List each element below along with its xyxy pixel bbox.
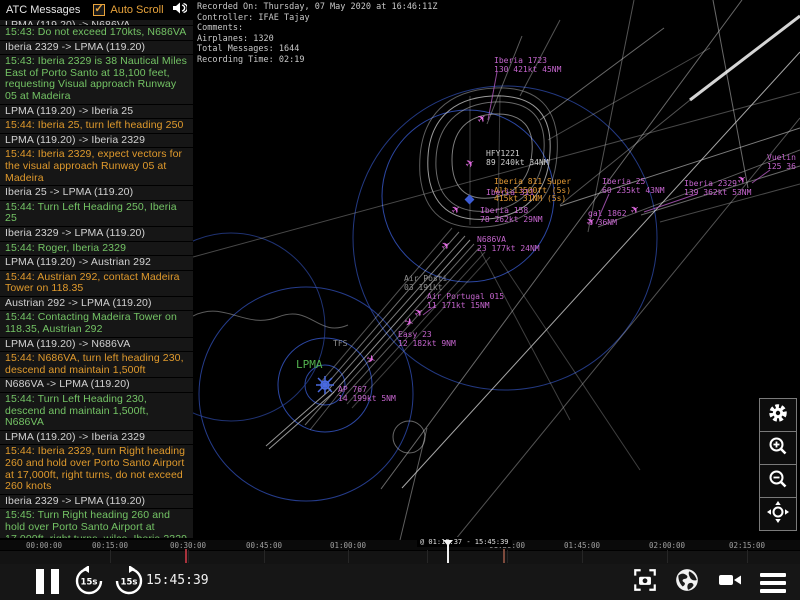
timeline-separator [747,550,748,563]
pause-button[interactable] [36,569,59,594]
atc-message: 15:44: Roger, Iberia 2329 [0,241,193,256]
video-camera-icon [716,568,744,597]
atc-message: Iberia 2329 -> LPMA (119.20) [0,494,193,509]
svg-text:15s: 15s [121,578,138,588]
crosshair-icon [767,500,789,528]
timeline-separator [110,550,111,563]
screenshot-icon [632,567,658,598]
settings-button[interactable] [759,398,797,432]
atc-message: N686VA -> LPMA (119.20) [0,378,193,393]
atc-message: LPMA (119.20) -> Austrian 292 [0,256,193,270]
airport-symbol-lpma [316,376,334,394]
panel-title: ATC Messages [6,4,81,16]
atc-message: Iberia 2329 -> LPMA (119.20) [0,40,193,55]
atc-message: Austrian 292 -> LPMA (119.20) [0,296,193,311]
radar-display[interactable]: Recorded On: Thursday, 07 May 2020 at 16… [193,0,800,540]
center-position-button[interactable] [759,497,797,531]
timeline-tick-label: 00:30:00 [169,541,207,550]
timeline-tick-label: 00:45:00 [245,541,283,550]
timeline-separator [348,550,349,563]
svg-text:15s: 15s [81,578,98,588]
atc-message: LPMA (119.20) -> Iberia 2329 [0,133,193,148]
globe-icon [674,567,700,598]
timeline-bookmark-marker[interactable] [185,549,187,563]
message-list[interactable]: LPMA (119.20) -> N686VA15:43: Do not exc… [0,20,193,538]
timeline-tick-label: 02:15:00 [728,541,766,550]
timeline-tick-label: 00:15:00 [91,541,129,550]
screenshot-button[interactable] [632,567,658,598]
timeline-tick-label: 01:00:00 [329,541,367,550]
zoom-in-icon [768,436,788,461]
gear-icon [767,402,789,429]
atc-message: LPMA (119.20) -> Iberia 25 [0,104,193,119]
transport-bar: 15s 15s 15:45:39 [0,563,800,600]
timeline-bookmark-marker[interactable] [503,549,505,563]
zoom-out-icon [768,469,788,494]
timeline-separator [582,550,583,563]
auto-scroll-label: Auto Scroll [110,4,164,16]
recording-info-line: Comments: [197,23,244,33]
atc-message: 15:43: Iberia 2329 is 38 Nautical Miles … [0,55,193,104]
atc-message: Iberia 25 -> LPMA (119.20) [0,186,193,200]
recording-info: Recorded On: Thursday, 07 May 2020 at 16… [197,2,438,65]
globe-button[interactable] [674,567,700,598]
recording-info-line: Controller: IFAE Tajay [197,12,310,23]
atc-messages-panel: ATC Messages Auto Scroll LPMA (119.20) -… [0,0,193,540]
menu-icon [760,572,786,577]
timeline-playhead[interactable] [443,540,453,563]
atc-replay-app: ATC Messages Auto Scroll LPMA (119.20) -… [0,0,800,600]
zoom-in-button[interactable] [759,431,797,465]
atc-message: 15:44: Austrian 292, contact Madeira Tow… [0,270,193,296]
timeline-tick-label: 01:45:00 [563,541,601,550]
atc-message: 15:45: Turn Right heading 260 and hold o… [0,509,193,538]
record-video-button[interactable] [716,568,744,597]
atc-message: 15:44: N686VA, turn left heading 230, de… [0,352,193,378]
menu-button[interactable] [760,572,786,593]
atc-message: LPMA (119.20) -> Iberia 2329 [0,430,193,445]
timeline-separator [264,550,265,563]
timeline-tick-label: 00:00:00 [25,541,63,550]
timeline-separator [427,550,428,563]
recording-info-line: Recorded On: Thursday, 07 May 2020 at 16… [197,2,438,12]
skip-back-15s-button[interactable]: 15s [74,565,104,600]
auto-scroll-toggle[interactable]: Auto Scroll [93,2,164,16]
skip-back-icon: 15s [75,565,103,595]
zoom-out-button[interactable] [759,464,797,498]
skip-forward-15s-button[interactable]: 15s [114,565,144,600]
atc-message: LPMA (119.20) -> N686VA [0,337,193,352]
timeline-separator [507,550,508,563]
atc-messages-header: ATC Messages Auto Scroll [0,0,193,20]
atc-message: LPMA (119.20) -> N686VA [0,20,193,25]
timeline-separator [667,550,668,563]
timeline-separator [188,550,189,563]
atc-message: 15:44: Iberia 25, turn left heading 250 [0,119,193,133]
speaker-icon[interactable] [172,1,189,20]
timeline-tooltip: @ 01:18:37 - 15:45:39 [417,537,512,547]
timeline[interactable]: @ 01:18:37 - 15:45:39 00:00:00 00:15:00 00… [0,537,800,564]
atc-message: 15:43: Do not exceed 170kts, N686VA [0,26,193,40]
skip-forward-icon: 15s [115,565,143,595]
atc-message: 15:44: Turn Left Heading 250, Iberia 25 [0,200,193,226]
map-toolbar [759,398,797,531]
flight-tracks-canvas [193,0,800,540]
recording-info-line: Recording Time: 02:19 [197,54,305,65]
atc-message: 15:44: Iberia 2329, turn Right heading 2… [0,445,193,494]
timeline-track[interactable] [0,550,800,564]
timeline-tick-label: 02:00:00 [648,541,686,550]
recording-info-line: Total Messages: 1644 [197,44,300,54]
current-time-display: 15:45:39 [146,573,209,588]
atc-message: 15:44: Turn Left Heading 230, descend an… [0,393,193,430]
playhead-handle-icon [443,540,453,546]
recording-info-line: Airplanes: 1320 [197,33,274,44]
atc-message: 15:44: Contacting Madeira Tower on 118.3… [0,311,193,337]
airport-label-lpma: LPMA [296,358,323,371]
atc-message: Iberia 2329 -> LPMA (119.20) [0,226,193,241]
atc-message: 15:44: Iberia 2329, expect vectors for t… [0,148,193,186]
auto-scroll-checkbox-icon[interactable] [93,2,106,16]
